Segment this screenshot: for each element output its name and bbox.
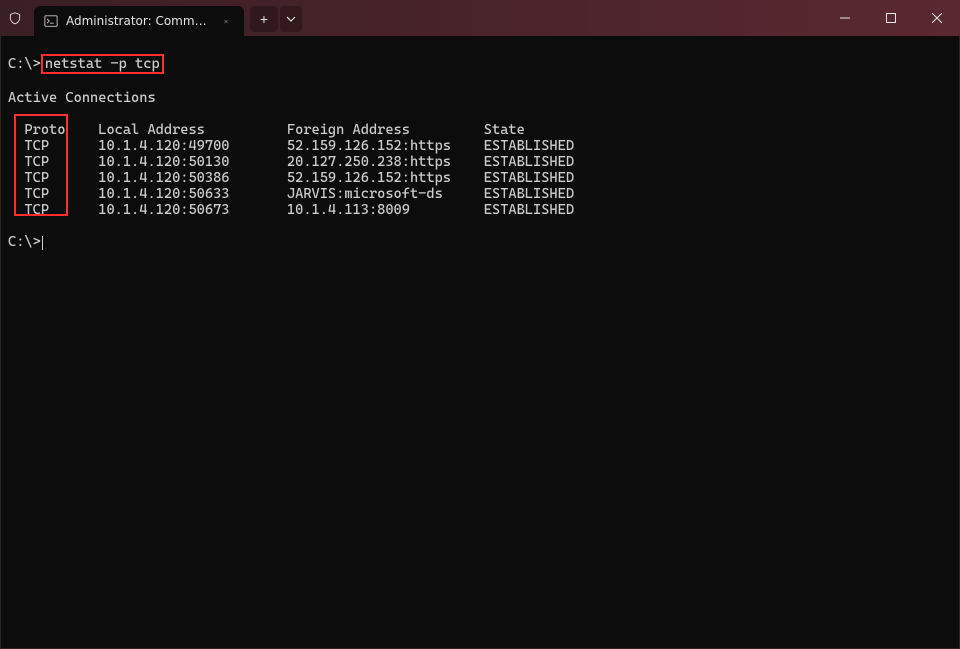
connections-list: TCP 10.1.4.120:49700 52.159.126.152:http…	[8, 138, 574, 218]
section-title: Active Connections	[8, 90, 156, 106]
system-menu-icon[interactable]	[0, 0, 30, 36]
tab-active[interactable]: Administrator: Command Pro	[34, 6, 244, 36]
maximize-button[interactable]	[868, 0, 914, 36]
terminal-icon	[44, 14, 58, 28]
minimize-button[interactable]	[822, 0, 868, 36]
terminal-output[interactable]: C:\>netstat -p tcp Active Connections Pr…	[0, 36, 960, 649]
prompt: C:\>	[8, 234, 41, 250]
titlebar: Administrator: Command Pro +	[0, 0, 960, 36]
window-controls	[822, 0, 960, 36]
prompt: C:\>	[8, 56, 41, 72]
close-button[interactable]	[914, 0, 960, 36]
tab-strip: Administrator: Command Pro	[30, 0, 244, 36]
new-tab-group: +	[244, 0, 302, 36]
tab-close-button[interactable]	[218, 13, 234, 29]
profile-dropdown-button[interactable]	[280, 6, 302, 32]
titlebar-drag-region[interactable]	[302, 0, 822, 36]
tab-title: Administrator: Command Pro	[66, 14, 210, 28]
new-tab-button[interactable]: +	[250, 6, 278, 32]
headers-row: Proto Local Address Foreign Address Stat…	[8, 122, 952, 138]
highlighted-command: netstat -p tcp	[41, 54, 164, 74]
window-frame: Administrator: Command Pro +	[0, 0, 960, 649]
caret	[42, 236, 43, 250]
